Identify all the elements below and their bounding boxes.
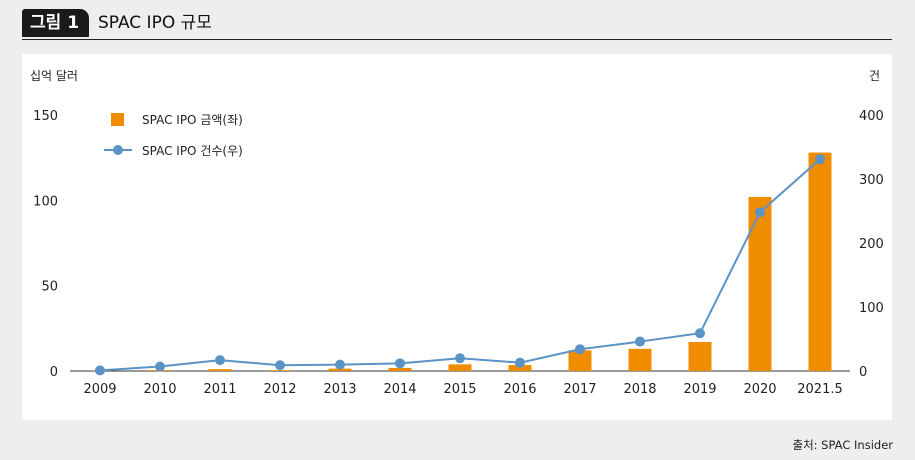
- line-point: [515, 357, 525, 368]
- x-tick-label: 2015: [443, 382, 476, 397]
- y-right-tick-label: 200: [859, 237, 884, 252]
- y-left-tick-label: 0: [50, 365, 58, 380]
- bar: [448, 364, 472, 371]
- x-tick-label: 2019: [683, 382, 716, 397]
- line-point: [575, 344, 585, 355]
- line-point: [815, 154, 825, 165]
- y-left-tick-label: 100: [33, 194, 58, 209]
- y-left-axis-label: 십억 달러: [30, 69, 78, 83]
- source-note: 출처: SPAC Insider: [792, 438, 893, 452]
- x-tick-label: 2016: [503, 382, 536, 397]
- y-right-tick-label: 0: [859, 365, 867, 380]
- line-point: [395, 358, 405, 369]
- figure-title: SPAC IPO 규모: [98, 13, 212, 33]
- chart-panel: 십억 달러 건 0 50 100 150 0 100 200 300 400 2009 2010 2011…: [22, 54, 892, 420]
- line-point: [695, 328, 705, 339]
- legend-bar-label: SPAC IPO 금액(좌): [142, 113, 243, 127]
- y-left-tick-label: 50: [41, 280, 58, 295]
- line-point: [215, 355, 225, 366]
- x-tick-label: 2018: [623, 382, 656, 397]
- line-point: [275, 360, 285, 371]
- legend-bar-swatch: [111, 113, 124, 126]
- series-line: [99, 158, 821, 372]
- x-tick-label: 2011: [203, 382, 236, 397]
- legend-line-label: SPAC IPO 건수(우): [142, 144, 243, 158]
- x-tick-label: 2017: [563, 382, 596, 397]
- x-tick-label: 2009: [83, 382, 116, 397]
- y-right-tick-label: 400: [859, 109, 884, 124]
- y-right-tick-label: 300: [859, 173, 884, 188]
- line-point: [335, 359, 345, 370]
- bar: [268, 370, 292, 371]
- y-right-axis-label: 건: [869, 69, 880, 83]
- bar: [388, 367, 412, 371]
- line-point: [95, 365, 105, 376]
- x-tick-label: 2020: [743, 382, 776, 397]
- bar: [208, 369, 232, 371]
- legend: SPAC IPO 금액(좌) SPAC IPO 건수(우): [104, 113, 243, 158]
- line-point: [155, 361, 165, 372]
- bar: [808, 152, 832, 371]
- y-left-tick-label: 150: [33, 109, 58, 124]
- chart: 십억 달러 건 0 50 100 150 0 100 200 300 400 2009 2010 2011…: [30, 69, 884, 397]
- bar-series: [88, 152, 832, 371]
- bar: [628, 348, 652, 371]
- x-tick-label: 2021.5: [797, 382, 843, 397]
- legend-line-marker: [113, 145, 123, 155]
- x-tick-label: 2013: [323, 382, 356, 397]
- line-point: [755, 207, 765, 218]
- line-series: [95, 154, 825, 376]
- figure-header: 그림 1 SPAC IPO 규모: [22, 9, 892, 40]
- x-tick-label: 2012: [263, 382, 296, 397]
- figure-label: 그림 1: [22, 9, 90, 37]
- bar: [748, 196, 772, 371]
- y-right-tick-label: 100: [859, 301, 884, 316]
- bar: [688, 341, 712, 371]
- x-tick-label: 2014: [383, 382, 416, 397]
- x-tick-label: 2010: [143, 382, 176, 397]
- line-point: [455, 353, 465, 364]
- line-point: [635, 336, 645, 347]
